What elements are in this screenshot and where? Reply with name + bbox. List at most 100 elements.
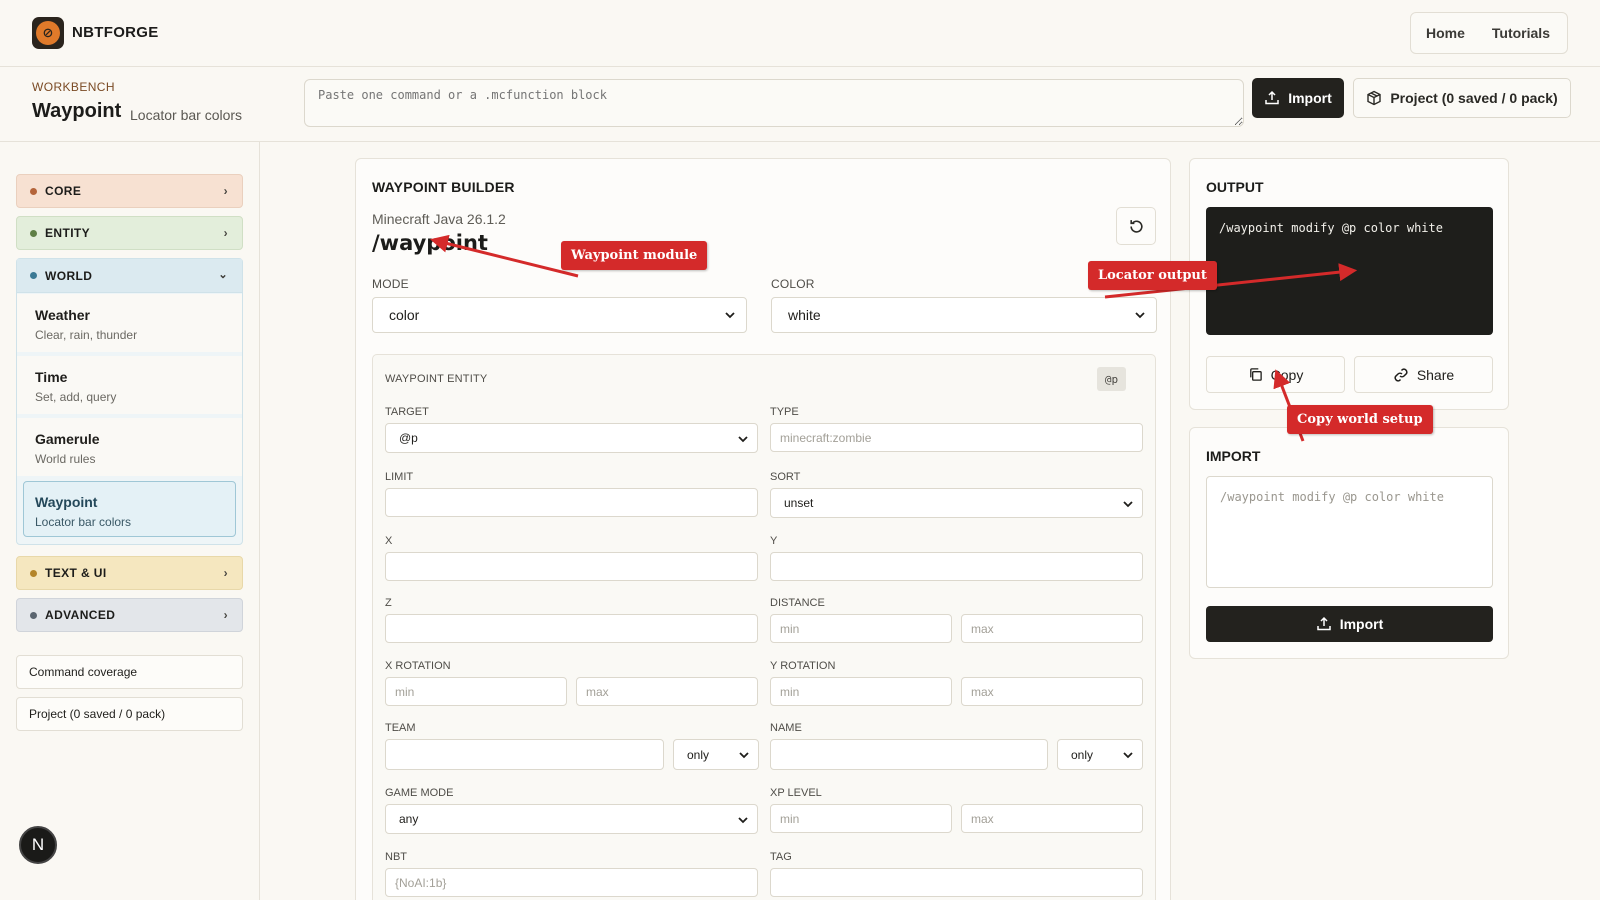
xp-level-min-input[interactable]: min bbox=[770, 804, 952, 833]
output-terminal[interactable]: /waypoint modify @p color white bbox=[1206, 207, 1493, 335]
game-mode-select[interactable]: any bbox=[385, 804, 758, 834]
team-mode-select[interactable]: only bbox=[673, 739, 759, 770]
chevron-down-icon bbox=[1123, 752, 1133, 759]
sidebar-category-advanced[interactable]: ADVANCED › bbox=[16, 598, 243, 632]
chevron-down-icon: ⌄ bbox=[218, 269, 228, 281]
package-icon bbox=[1367, 90, 1382, 106]
output-card: OUTPUT /waypoint modify @p color white C… bbox=[1189, 158, 1509, 410]
target-label: TARGET bbox=[385, 406, 429, 418]
reset-button[interactable] bbox=[1116, 207, 1156, 245]
type-label: TYPE bbox=[770, 406, 799, 418]
sidebar-item-title: Weather bbox=[35, 307, 90, 323]
y-rotation-max-input[interactable]: max bbox=[961, 677, 1143, 706]
project-button[interactable]: Project (0 saved / 0 pack) bbox=[1353, 78, 1571, 118]
sidebar-category-world[interactable]: WORLD ⌄ bbox=[17, 259, 242, 293]
share-button-label: Share bbox=[1416, 366, 1455, 383]
x-input[interactable] bbox=[385, 552, 758, 581]
x-rotation-label: X ROTATION bbox=[385, 660, 451, 672]
text-ui-label: TEXT & UI bbox=[45, 566, 107, 580]
tag-label: TAG bbox=[770, 851, 792, 863]
mode-select-value: color bbox=[389, 307, 420, 323]
team-mode-value: only bbox=[687, 747, 710, 762]
core-dot-icon bbox=[30, 187, 37, 195]
waypoint-entity-panel: WAYPOINT ENTITY @p TARGET @p TYPE minecr… bbox=[372, 354, 1156, 900]
x-rotation-min-input[interactable]: min bbox=[385, 677, 567, 706]
sidebar-category-core[interactable]: CORE › bbox=[16, 174, 243, 208]
chevron-down-icon bbox=[738, 817, 748, 824]
name-input[interactable] bbox=[770, 739, 1048, 770]
share-button[interactable]: Share bbox=[1354, 356, 1493, 393]
sidebar-item-title: Gamerule bbox=[35, 431, 100, 447]
limit-input[interactable] bbox=[385, 488, 758, 517]
color-select-value: white bbox=[788, 307, 821, 323]
builder-command-name: /waypoint bbox=[372, 231, 488, 255]
nav-home-link[interactable]: Home bbox=[1426, 25, 1465, 41]
chevron-right-icon: › bbox=[223, 608, 228, 622]
import-textarea[interactable]: /waypoint modify @p color white bbox=[1206, 476, 1493, 588]
xp-level-label: XP LEVEL bbox=[770, 787, 822, 799]
chevron-down-icon bbox=[725, 312, 735, 319]
waypoint-builder-card: WAYPOINT BUILDER Minecraft Java 26.1.2 /… bbox=[355, 158, 1171, 900]
sidebar-item-waypoint[interactable]: Waypoint Locator bar colors bbox=[23, 481, 236, 537]
brand-name[interactable]: NBTFORGE bbox=[72, 24, 159, 41]
sort-label: SORT bbox=[770, 471, 801, 483]
name-mode-select[interactable]: only bbox=[1057, 739, 1143, 770]
sidebar-item-gamerule[interactable]: Gamerule World rules bbox=[17, 418, 242, 476]
command-paste-input[interactable] bbox=[304, 79, 1244, 127]
color-select[interactable]: white bbox=[771, 297, 1157, 333]
upload-icon bbox=[1265, 90, 1279, 105]
nav-links: Home Tutorials bbox=[1410, 12, 1568, 54]
type-input[interactable]: minecraft:zombie bbox=[770, 423, 1143, 452]
game-mode-label: GAME MODE bbox=[385, 787, 454, 799]
chevron-right-icon: › bbox=[223, 566, 228, 580]
x-label: X bbox=[385, 535, 393, 547]
sidebar-item-desc: World rules bbox=[35, 452, 96, 466]
nav-tutorials-link[interactable]: Tutorials bbox=[1492, 25, 1550, 41]
color-label: COLOR bbox=[771, 277, 815, 291]
import-button[interactable]: Import bbox=[1252, 78, 1344, 118]
sort-select[interactable]: unset bbox=[770, 488, 1143, 518]
sidebar-category-entity[interactable]: ENTITY › bbox=[16, 216, 243, 250]
x-rotation-max-input[interactable]: max bbox=[576, 677, 758, 706]
logo-icon[interactable]: ⊘ bbox=[32, 17, 64, 49]
world-dot-icon bbox=[30, 272, 37, 279]
distance-min-input[interactable]: min bbox=[770, 614, 952, 643]
z-label: Z bbox=[385, 597, 392, 609]
target-select[interactable]: @p bbox=[385, 423, 758, 453]
y-rotation-label: Y ROTATION bbox=[770, 660, 836, 672]
sidebar-project-link[interactable]: Project (0 saved / 0 pack) bbox=[16, 697, 243, 731]
y-rotation-min-input[interactable]: min bbox=[770, 677, 952, 706]
copy-button-label: Copy bbox=[1270, 366, 1304, 383]
sidebar-item-time[interactable]: Time Set, add, query bbox=[17, 356, 242, 414]
entity-dot-icon bbox=[30, 229, 37, 237]
output-title: OUTPUT bbox=[1206, 179, 1264, 195]
chevron-down-icon bbox=[1135, 312, 1145, 319]
xp-level-max-input[interactable]: max bbox=[961, 804, 1143, 833]
sort-select-value: unset bbox=[784, 496, 814, 510]
builder-title: WAYPOINT BUILDER bbox=[372, 179, 515, 195]
import-button-label: Import bbox=[1288, 90, 1332, 106]
advanced-dot-icon bbox=[30, 611, 37, 619]
team-input[interactable] bbox=[385, 739, 664, 770]
y-input[interactable] bbox=[770, 552, 1143, 581]
tag-input[interactable] bbox=[770, 868, 1143, 897]
sidebar-category-text-ui[interactable]: TEXT & UI › bbox=[16, 556, 243, 590]
nbt-input[interactable]: {NoAI:1b} bbox=[385, 868, 758, 897]
chevron-right-icon: › bbox=[223, 226, 228, 240]
import-submit-button[interactable]: Import bbox=[1206, 606, 1493, 642]
command-coverage-link[interactable]: Command coverage bbox=[16, 655, 243, 689]
chevron-right-icon: › bbox=[223, 184, 228, 198]
sidebar-item-weather[interactable]: Weather Clear, rain, thunder bbox=[17, 294, 242, 352]
distance-max-input[interactable]: max bbox=[961, 614, 1143, 643]
project-button-label: Project (0 saved / 0 pack) bbox=[1390, 90, 1558, 106]
sidebar-item-desc: Locator bar colors bbox=[35, 515, 132, 529]
upload-icon bbox=[1316, 616, 1331, 631]
copy-button[interactable]: Copy bbox=[1206, 356, 1345, 393]
n-badge-icon[interactable]: N bbox=[19, 826, 57, 864]
workbench-header: WORKBENCH Waypoint Locator bar colors Im… bbox=[0, 67, 1600, 142]
copy-icon bbox=[1249, 368, 1262, 381]
distance-label: DISTANCE bbox=[770, 597, 825, 609]
sidebar-item-title: Waypoint bbox=[35, 494, 98, 510]
z-input[interactable] bbox=[385, 614, 758, 643]
mode-select[interactable]: color bbox=[372, 297, 747, 333]
